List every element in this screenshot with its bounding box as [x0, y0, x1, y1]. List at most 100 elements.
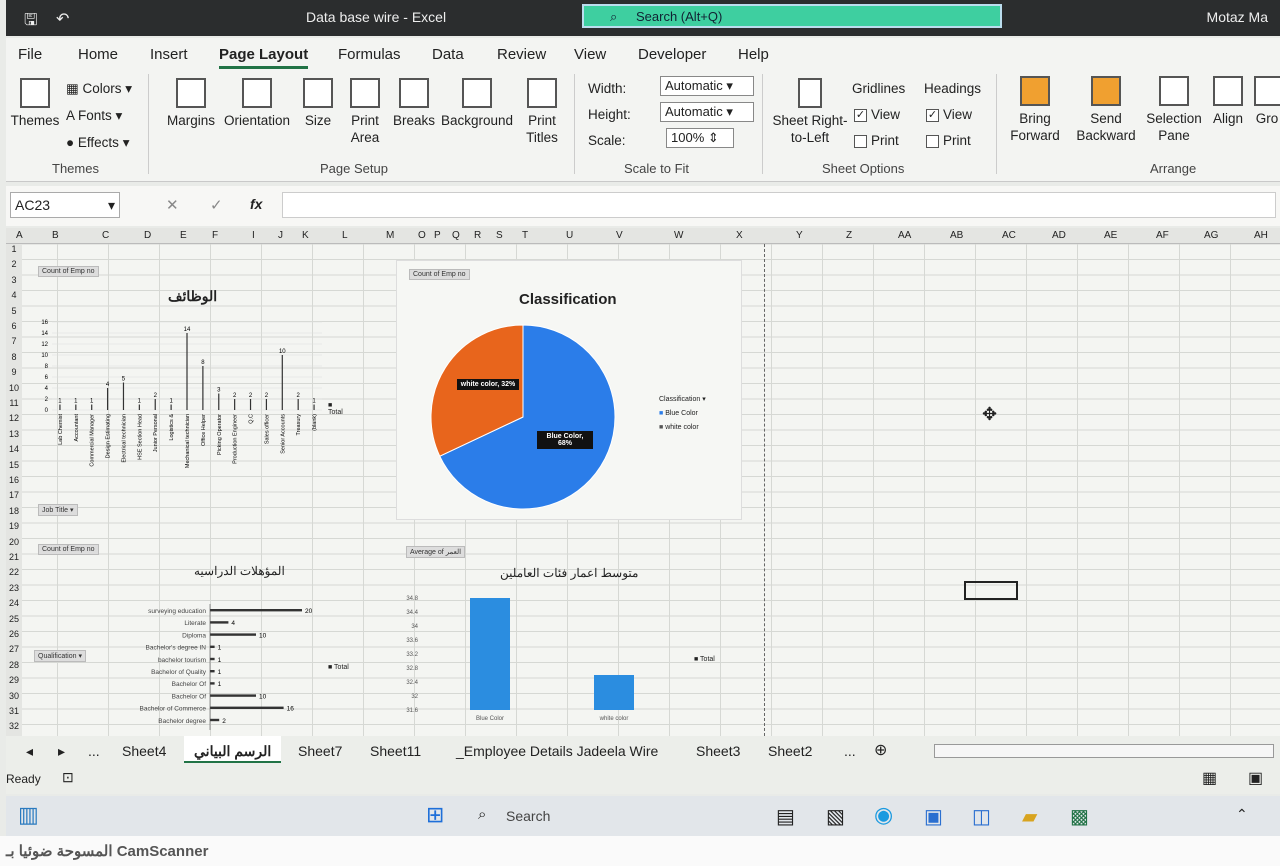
- colors-button[interactable]: ▦ Colors ▾: [66, 80, 132, 97]
- row-header[interactable]: 11: [6, 398, 22, 408]
- page-layout-view-icon[interactable]: ▣: [1248, 768, 1263, 788]
- tab-help[interactable]: Help: [738, 46, 769, 63]
- headings-print-check[interactable]: Print: [926, 132, 971, 149]
- normal-view-icon[interactable]: ▦: [1202, 768, 1217, 788]
- row-header[interactable]: 18: [6, 506, 22, 516]
- enter-icon[interactable]: ✓: [210, 196, 223, 214]
- chart-qualifications[interactable]: Count of Emp no المؤهلات الدراسيه survey…: [32, 540, 362, 734]
- selected-cell[interactable]: [964, 581, 1018, 600]
- row-header[interactable]: 29: [6, 675, 22, 685]
- row-header[interactable]: 31: [6, 706, 22, 716]
- row-header[interactable]: 21: [6, 552, 22, 562]
- col-header[interactable]: K: [302, 230, 309, 241]
- group-button[interactable]: Gro: [1254, 76, 1280, 127]
- row-header[interactable]: 2: [6, 259, 22, 269]
- row-header[interactable]: 25: [6, 614, 22, 624]
- col-header[interactable]: Z: [846, 230, 852, 241]
- tray-chevron-icon[interactable]: ⌃: [1236, 806, 1248, 823]
- excel-icon[interactable]: ▩: [1070, 804, 1089, 829]
- row-header[interactable]: 20: [6, 537, 22, 547]
- sheet-tab-6[interactable]: Sheet3: [696, 743, 740, 759]
- save-icon[interactable]: 🖫: [24, 9, 38, 36]
- more-sheets-right[interactable]: ...: [844, 743, 856, 759]
- tab-developer[interactable]: Developer: [638, 46, 706, 63]
- next-sheet-icon[interactable]: ▸: [58, 743, 65, 760]
- row-header[interactable]: 8: [6, 352, 22, 362]
- taskbar-search[interactable]: Search: [506, 808, 550, 824]
- store-icon[interactable]: ▣: [924, 804, 943, 829]
- col-header[interactable]: A: [16, 230, 23, 241]
- add-sheet-icon[interactable]: ⊕: [874, 740, 887, 760]
- col-header[interactable]: F: [212, 230, 218, 241]
- row-header[interactable]: 14: [6, 444, 22, 454]
- row-header[interactable]: 28: [6, 660, 22, 670]
- col-header[interactable]: T: [522, 230, 528, 241]
- send-backward-button[interactable]: Send Backward: [1070, 76, 1142, 144]
- col-header[interactable]: AE: [1104, 230, 1117, 241]
- col-header[interactable]: D: [144, 230, 151, 241]
- sheet-tab-3[interactable]: Sheet7: [298, 743, 342, 759]
- col-header[interactable]: AH: [1254, 230, 1268, 241]
- scale-input[interactable]: 100% ⇕: [666, 128, 734, 148]
- qualification-filter[interactable]: Qualification ▾: [34, 650, 86, 662]
- row-header[interactable]: 13: [6, 429, 22, 439]
- taskbar-search-icon[interactable]: ⌕: [478, 806, 486, 823]
- align-button[interactable]: Align: [1208, 76, 1248, 127]
- row-header[interactable]: 9: [6, 367, 22, 377]
- col-header[interactable]: R: [474, 230, 481, 241]
- col-header[interactable]: S: [496, 230, 503, 241]
- print-titles-button[interactable]: Print Titles: [520, 78, 564, 146]
- widgets-icon[interactable]: ▥: [18, 802, 39, 828]
- col-header[interactable]: W: [674, 230, 683, 241]
- row-header[interactable]: 26: [6, 629, 22, 639]
- gridlines-view-check[interactable]: ✓ View: [854, 106, 900, 123]
- row-header[interactable]: 19: [6, 521, 22, 531]
- row-header[interactable]: 3: [6, 275, 22, 285]
- width-select[interactable]: Automatic ▾: [660, 76, 754, 96]
- col-header[interactable]: L: [342, 230, 348, 241]
- fx-icon[interactable]: fx: [250, 196, 262, 212]
- tab-page-layout[interactable]: Page Layout: [219, 46, 309, 69]
- app-icon-2[interactable]: ▧: [826, 804, 845, 829]
- row-header[interactable]: 16: [6, 475, 22, 485]
- job-title-filter[interactable]: Job Title ▾: [38, 504, 78, 516]
- themes-button[interactable]: Themes: [10, 78, 60, 129]
- row-header[interactable]: 7: [6, 336, 22, 346]
- col-header[interactable]: P: [434, 230, 441, 241]
- prev-sheet-icon[interactable]: ◂: [26, 743, 33, 760]
- tab-review[interactable]: Review: [497, 46, 546, 63]
- row-header[interactable]: 6: [6, 321, 22, 331]
- breaks-button[interactable]: Breaks: [392, 78, 436, 129]
- row-header[interactable]: 22: [6, 567, 22, 577]
- name-box[interactable]: AC23 ▾: [10, 192, 120, 218]
- row-header[interactable]: 15: [6, 460, 22, 470]
- jobs-field-button[interactable]: Count of Emp no: [38, 266, 99, 277]
- selection-pane-button[interactable]: Selection Pane: [1144, 76, 1204, 144]
- tab-formulas[interactable]: Formulas: [338, 46, 401, 63]
- col-header[interactable]: AC: [1002, 230, 1016, 241]
- col-header[interactable]: AG: [1204, 230, 1218, 241]
- chart-classification[interactable]: Count of Emp no Classification white col…: [396, 260, 742, 520]
- bring-forward-button[interactable]: Bring Forward: [1006, 76, 1064, 144]
- row-header[interactable]: 1: [6, 244, 22, 254]
- chart-jobs[interactable]: Count of Emp no الوظائف 0 2 4 6 8 10 12 14 16 1 La…: [32, 262, 343, 520]
- row-header[interactable]: 24: [6, 598, 22, 608]
- tab-file[interactable]: File: [18, 46, 42, 63]
- col-header[interactable]: X: [736, 230, 743, 241]
- sheet-tab-active[interactable]: الرسم البياني: [184, 736, 282, 763]
- qual-field-button[interactable]: Count of Emp no: [38, 544, 99, 555]
- row-header[interactable]: 32: [6, 721, 22, 731]
- col-header[interactable]: U: [566, 230, 573, 241]
- sheet-tab-1[interactable]: Sheet4: [122, 743, 166, 759]
- macro-icon[interactable]: ⊡: [62, 769, 74, 786]
- col-header[interactable]: I: [252, 230, 255, 241]
- size-button[interactable]: Size: [298, 78, 338, 129]
- row-header[interactable]: 30: [6, 691, 22, 701]
- col-header[interactable]: AA: [898, 230, 911, 241]
- search-box[interactable]: ⌕ Search (Alt+Q): [582, 4, 1002, 28]
- sheet-tab-5[interactable]: _Employee Details Jadeela Wire: [456, 743, 658, 759]
- sheet-tab-7[interactable]: Sheet2: [768, 743, 812, 759]
- tab-insert[interactable]: Insert: [150, 46, 188, 63]
- outlook-icon[interactable]: ◫: [972, 804, 991, 829]
- col-header[interactable]: AD: [1052, 230, 1066, 241]
